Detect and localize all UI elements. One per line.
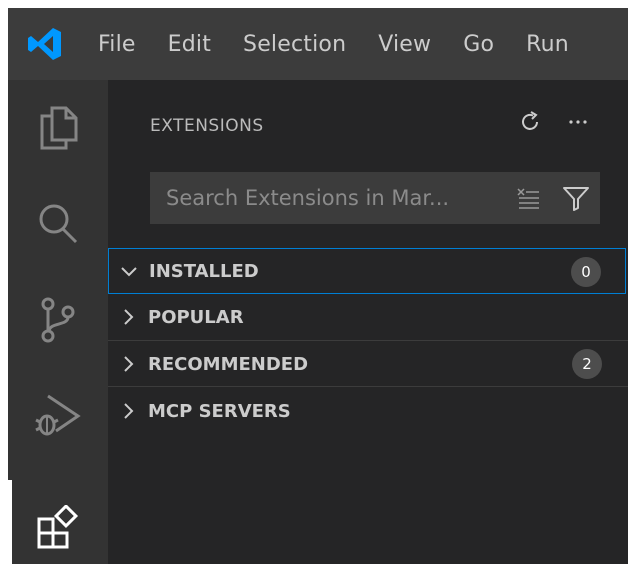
section-mcp-servers[interactable]: MCP SERVERS bbox=[108, 388, 626, 434]
menu-run[interactable]: Run bbox=[526, 32, 569, 57]
clear-search-button[interactable] bbox=[510, 180, 546, 216]
chevron-down-icon bbox=[109, 262, 149, 280]
count-badge: 2 bbox=[572, 349, 602, 379]
more-actions-button[interactable] bbox=[560, 104, 596, 140]
ellipsis-icon bbox=[569, 120, 587, 124]
explorer-icon bbox=[40, 106, 78, 150]
activity-search[interactable] bbox=[8, 176, 108, 272]
count-badge: 0 bbox=[571, 257, 601, 287]
chevron-right-icon bbox=[108, 308, 148, 326]
section-label: MCP SERVERS bbox=[148, 400, 291, 422]
search-extensions-input[interactable] bbox=[150, 172, 516, 224]
activity-bar bbox=[8, 80, 108, 564]
run-debug-icon bbox=[35, 394, 81, 436]
activity-explorer[interactable] bbox=[8, 80, 108, 176]
extensions-icon bbox=[37, 505, 79, 549]
search-icon bbox=[39, 204, 78, 244]
title-bar: File Edit Selection View Go Run bbox=[8, 8, 628, 80]
refresh-icon bbox=[522, 111, 538, 130]
menu-file[interactable]: File bbox=[98, 32, 136, 57]
activity-extensions[interactable] bbox=[8, 480, 108, 564]
activity-source-control[interactable] bbox=[8, 272, 108, 368]
section-divider bbox=[108, 386, 628, 387]
menu-view[interactable]: View bbox=[378, 32, 431, 57]
section-label: RECOMMENDED bbox=[148, 353, 309, 375]
filter-icon bbox=[563, 187, 589, 211]
chevron-right-icon bbox=[108, 402, 148, 420]
section-label: POPULAR bbox=[148, 306, 244, 328]
vscode-logo-icon bbox=[26, 25, 64, 63]
section-recommended[interactable]: RECOMMENDED 2 bbox=[108, 341, 626, 387]
section-installed[interactable]: INSTALLED 0 bbox=[108, 248, 626, 294]
source-control-icon bbox=[41, 297, 75, 343]
vscode-window: File Edit Selection View Go Run EXTENSIO… bbox=[8, 8, 628, 564]
section-popular[interactable]: POPULAR bbox=[108, 294, 626, 340]
menu-selection[interactable]: Selection bbox=[243, 32, 346, 57]
filter-button[interactable] bbox=[558, 180, 594, 216]
clear-filter-icon bbox=[517, 188, 539, 209]
active-indicator bbox=[8, 480, 12, 564]
menu-bar: File Edit Selection View Go Run bbox=[98, 8, 601, 80]
menu-go[interactable]: Go bbox=[463, 32, 494, 57]
refresh-button[interactable] bbox=[512, 104, 548, 140]
chevron-right-icon bbox=[108, 355, 148, 373]
activity-run-debug[interactable] bbox=[8, 368, 108, 464]
sidebar-title: EXTENSIONS bbox=[150, 116, 264, 136]
section-label: INSTALLED bbox=[149, 260, 259, 282]
search-box bbox=[150, 172, 600, 224]
extensions-sidebar: EXTENSIONS Search Extensions in Mar... I… bbox=[108, 80, 628, 564]
menu-edit[interactable]: Edit bbox=[168, 32, 211, 57]
